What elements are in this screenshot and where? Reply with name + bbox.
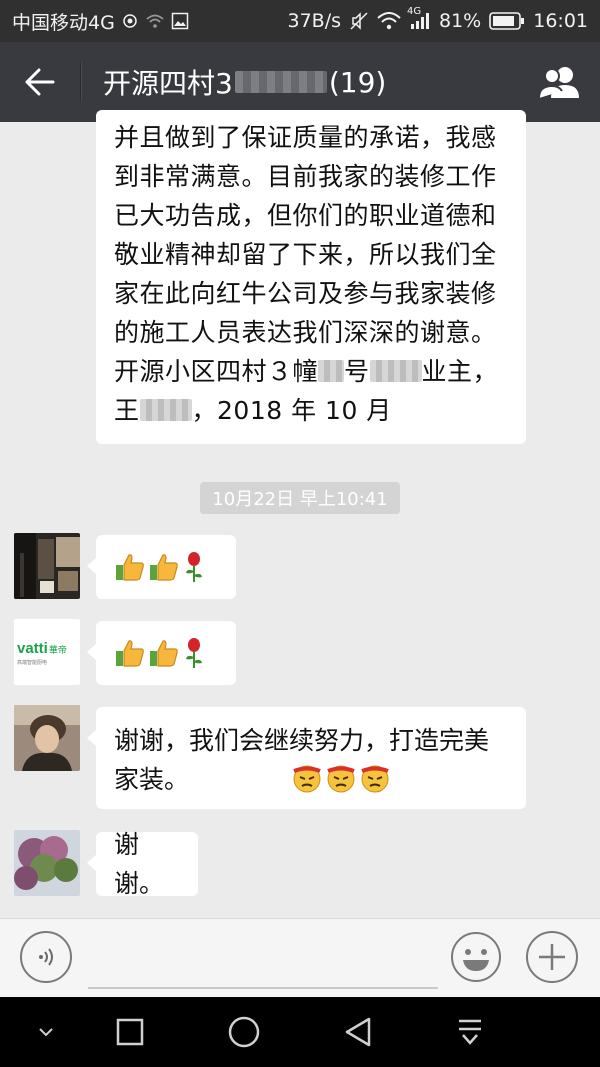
carrier-label: 中国移动4G xyxy=(12,11,115,34)
wifi-icon xyxy=(377,12,401,30)
hotspot-icon xyxy=(121,12,139,30)
battery-icon xyxy=(489,12,525,30)
chat-title-text: 开源四村3 xyxy=(103,67,233,100)
message-line: 家在此向红牛公司及参与我家装修 xyxy=(114,279,497,308)
thumbs-up-icon xyxy=(150,640,178,667)
chat-title: 开源四村3 (19) xyxy=(103,62,386,102)
rose-icon xyxy=(186,638,202,668)
input-bar xyxy=(0,918,600,997)
square-icon xyxy=(116,1018,144,1046)
emoji-row xyxy=(291,762,391,794)
network-speed: 37B/s xyxy=(287,10,341,32)
message-input[interactable] xyxy=(88,931,438,989)
group-members-icon xyxy=(538,67,579,99)
cell-signal-icon: 4G xyxy=(407,6,431,30)
nav-collapse-button[interactable] xyxy=(28,1014,64,1050)
vatti-slogan: 高端智能厨电 xyxy=(17,660,48,666)
wifi-signal-icon xyxy=(145,13,165,29)
signature-date: ，2018 年 10 月 xyxy=(191,396,392,425)
avatar-person-photo xyxy=(14,705,80,771)
timestamp-text: 10月22日 早上10:41 xyxy=(212,489,388,510)
image-icon xyxy=(171,12,189,30)
status-bar: 中国移动4G 37B/s 4G 81% 16:01 xyxy=(0,0,600,42)
message-bubble[interactable]: 谢谢，我们会继续努力，打造完美家装。 xyxy=(87,707,526,809)
determined-face-icon xyxy=(293,765,321,793)
thumbs-up-icon xyxy=(116,554,144,581)
voice-button[interactable] xyxy=(20,931,72,983)
more-button[interactable] xyxy=(526,931,578,983)
emoji-row xyxy=(114,637,206,669)
network-type-label: 4G xyxy=(407,6,422,17)
message-text: 谢谢。 xyxy=(114,830,165,898)
redacted-text xyxy=(318,360,345,382)
message-bubble[interactable] xyxy=(87,535,236,599)
circle-icon xyxy=(228,1016,260,1048)
voice-icon xyxy=(39,948,53,966)
nav-notification-button[interactable] xyxy=(452,1014,488,1050)
thumbs-up-icon xyxy=(150,554,178,581)
system-nav-bar xyxy=(0,997,600,1067)
message-line: 敬业精神却留了下来，所以我们全 xyxy=(114,240,497,269)
nav-back-button[interactable] xyxy=(340,1014,376,1050)
pull-down-icon xyxy=(459,1019,481,1045)
avatar[interactable]: vatti 華帝 高端智能厨电 xyxy=(14,619,80,685)
mute-icon xyxy=(349,11,369,31)
message-bubble[interactable]: 谢谢。 xyxy=(87,830,198,898)
member-count: (19) xyxy=(328,65,387,99)
emoji-button[interactable] xyxy=(450,931,502,983)
chevron-down-icon xyxy=(39,1028,53,1037)
rose-icon xyxy=(186,552,202,582)
vatti-logo-cn: 華帝 xyxy=(48,646,67,656)
avatar[interactable] xyxy=(14,533,80,599)
plus-icon xyxy=(539,944,565,970)
address-text: 开源小区四村３幢 xyxy=(114,357,319,386)
vatti-logo-text: vatti xyxy=(17,640,48,657)
message-line: 开源小区四村３幢号 业主， xyxy=(114,352,508,391)
battery-percent: 81% xyxy=(439,10,482,32)
back-button[interactable] xyxy=(0,42,80,122)
redacted-name xyxy=(234,71,327,93)
determined-face-icon xyxy=(361,765,389,793)
message-line: 已大功告成，但你们的职业道德和 xyxy=(114,201,497,230)
group-members-button[interactable] xyxy=(536,58,584,106)
address-text: 号 xyxy=(344,357,370,386)
thumbs-up-icon xyxy=(116,640,144,667)
avatar-flower-photo xyxy=(14,830,80,896)
nav-recents-button[interactable] xyxy=(112,1014,148,1050)
redacted-text xyxy=(139,399,192,421)
clock: 16:01 xyxy=(533,10,588,32)
back-arrow-icon xyxy=(25,68,55,96)
message-line: 的施工人员表达我们深深的谢意。 xyxy=(114,318,497,347)
determined-face-icon xyxy=(327,765,355,793)
emoji-row xyxy=(114,551,206,583)
message-line: 王 ，2018 年 10 月 xyxy=(114,391,508,430)
triangle-back-icon xyxy=(345,1017,371,1047)
signature-text: 王 xyxy=(114,396,140,425)
time-divider: 10月22日 早上10:41 xyxy=(200,482,400,514)
message-bubble-long[interactable]: 并且做到了保证质量的承诺，我感 到非常满意。目前我家的装修工作 已大功告成，但你… xyxy=(96,110,526,444)
address-text: 业主， xyxy=(421,357,499,386)
avatar-interior-photo xyxy=(14,533,80,599)
header-divider xyxy=(80,62,81,102)
message-bubble[interactable] xyxy=(87,621,236,685)
redacted-text xyxy=(369,360,422,382)
message-line: 到非常满意。目前我家的装修工作 xyxy=(114,162,497,191)
avatar[interactable] xyxy=(14,705,80,771)
smiley-icon xyxy=(451,932,501,982)
avatar[interactable] xyxy=(14,830,80,896)
nav-home-button[interactable] xyxy=(226,1014,262,1050)
message-line: 并且做到了保证质量的承诺，我感 xyxy=(114,123,497,152)
